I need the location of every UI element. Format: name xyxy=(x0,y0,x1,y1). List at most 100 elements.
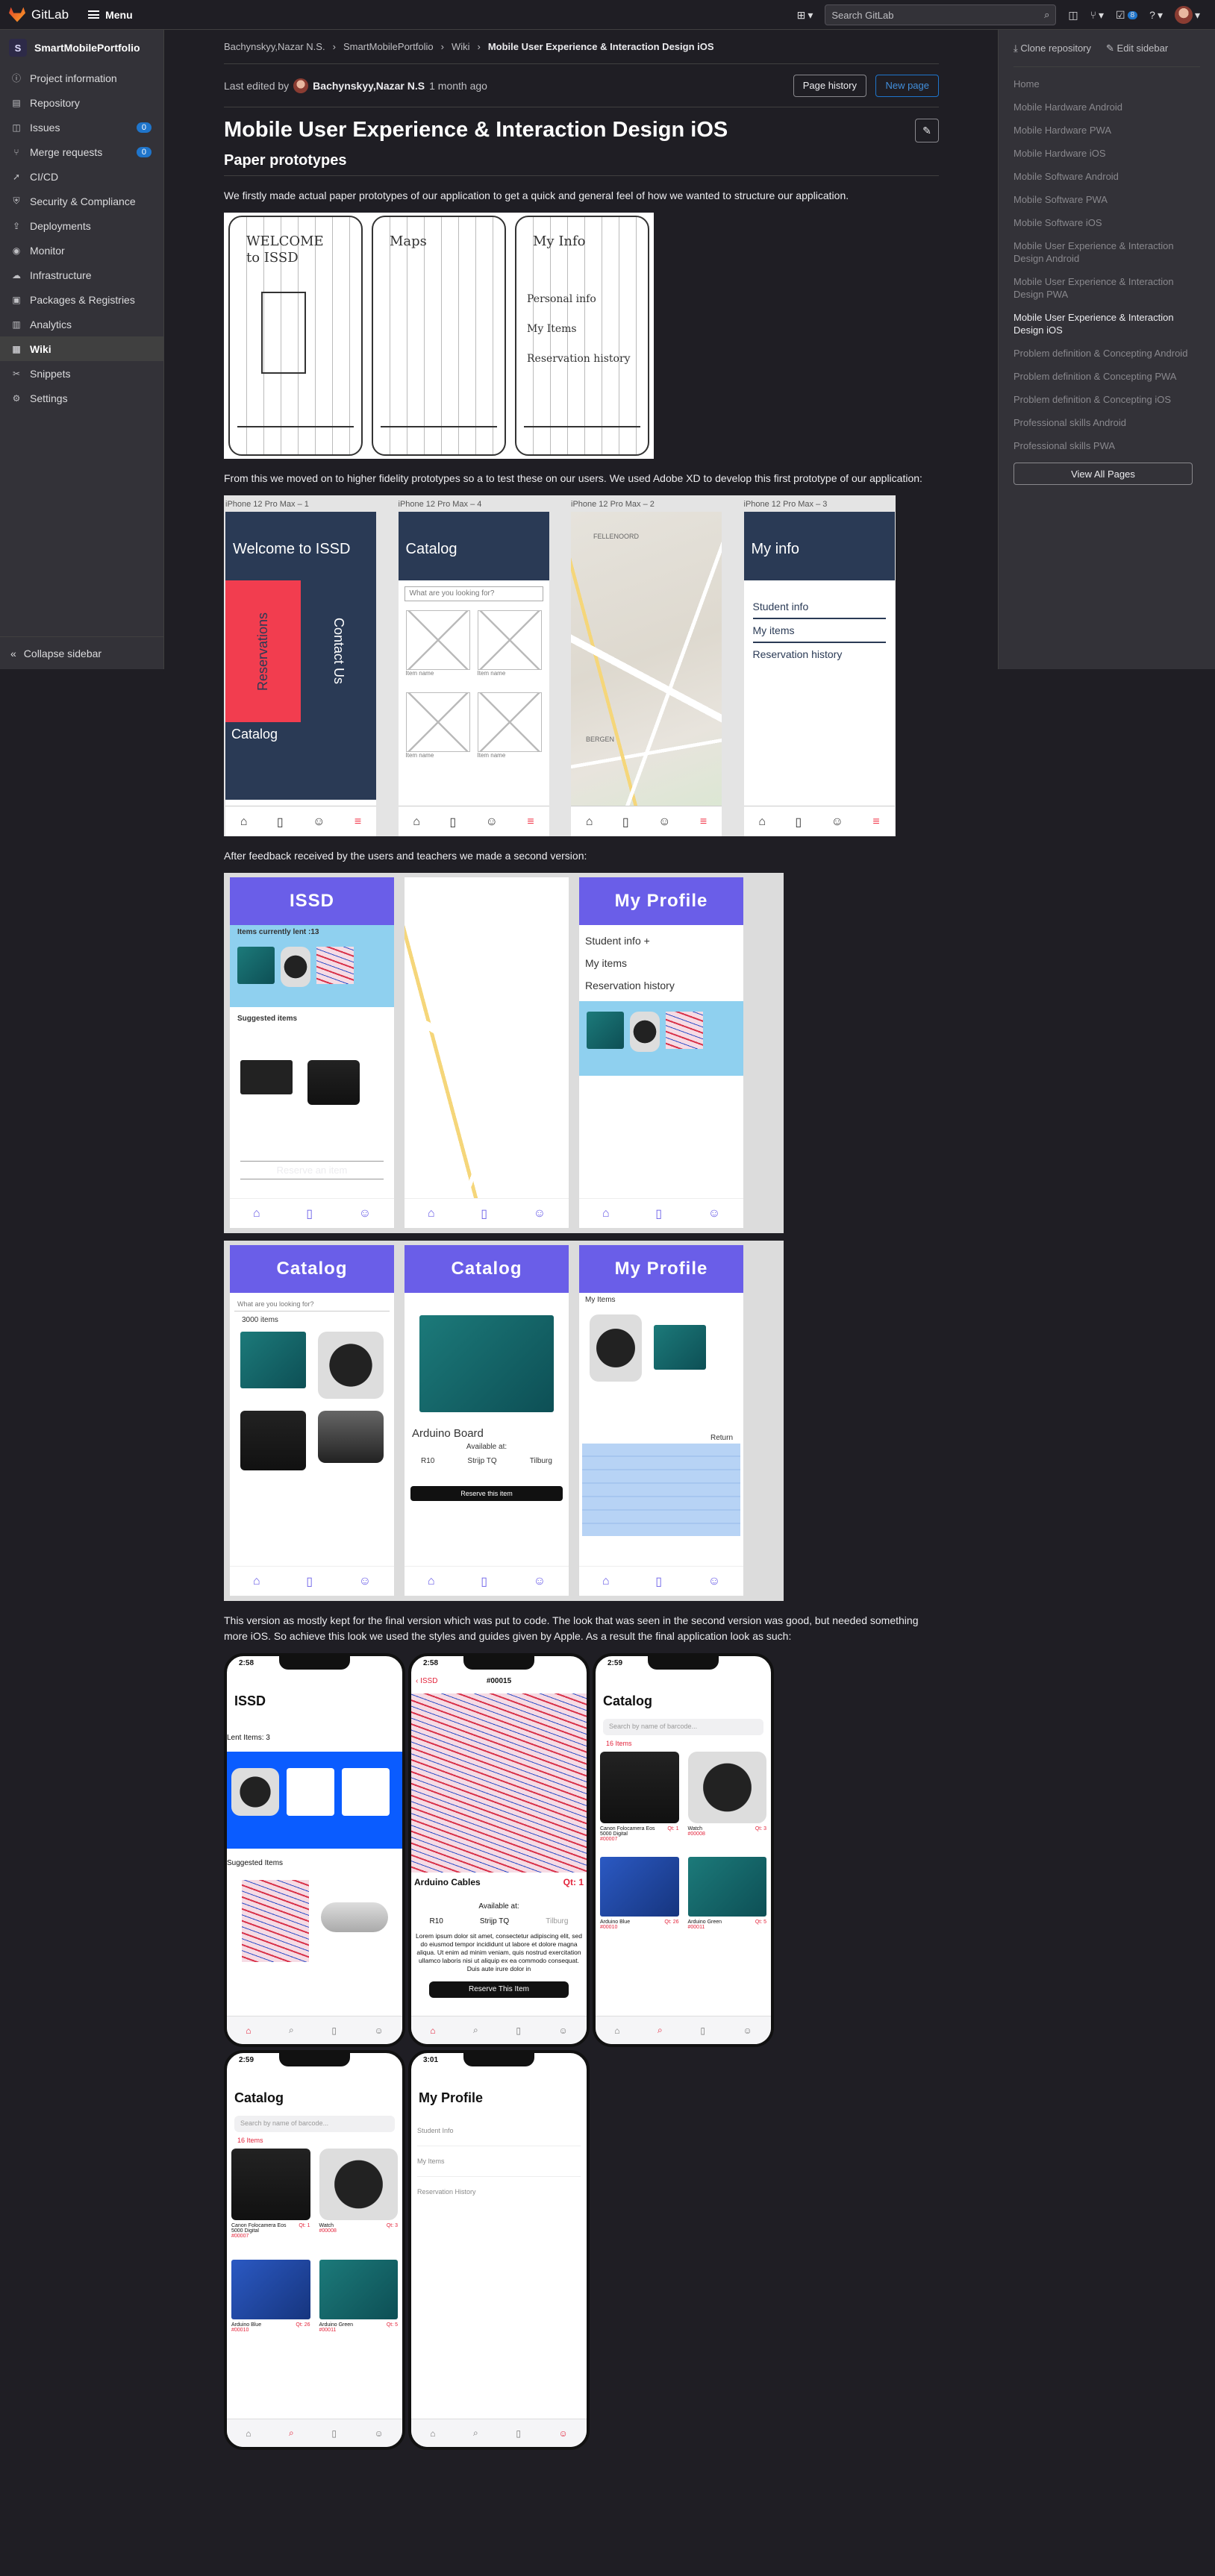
search-icon: ⌕ xyxy=(1044,9,1050,20)
sidebar-item-monitor[interactable]: ◉ Monitor xyxy=(0,238,163,263)
final-home-screen: 2:58 ISSD Lent Items: 3 Suggested Items … xyxy=(224,1653,405,2047)
todos-button[interactable]: ☑ 8 xyxy=(1116,9,1138,22)
sidebar-item-merge-requests[interactable]: ⑂ Merge requests 0 xyxy=(0,140,163,164)
product-name: Arduino Blue xyxy=(231,2322,262,2328)
final-lent-label: Lent Items: 3 xyxy=(227,1734,270,1742)
help-button[interactable]: ? ▾ xyxy=(1149,9,1163,22)
create-new-button[interactable]: ⊞ ▾ xyxy=(797,9,813,22)
product-code: #00011 xyxy=(319,2328,337,2333)
tripod-image xyxy=(342,1768,390,1816)
map-icon: ▯ xyxy=(700,2025,705,2036)
sketch-text: WELCOME to ISSD xyxy=(246,234,324,266)
book-icon: ▦ xyxy=(12,343,21,354)
sidebar-item-analytics[interactable]: ▥ Analytics xyxy=(0,312,163,336)
product-qty: Qt: 1 xyxy=(667,1826,679,1831)
sidebar-item-ci-cd[interactable]: ➚ CI/CD xyxy=(0,164,163,189)
issues-icon: ◫ xyxy=(12,122,21,133)
sidebar-item-settings[interactable]: ⚙ Settings xyxy=(0,386,163,410)
home-icon: ⌂ xyxy=(252,1206,260,1220)
author-link[interactable]: Bachynskyy,Nazar N.S xyxy=(313,80,425,92)
rocket-icon: ➚ xyxy=(12,171,21,182)
menu-button[interactable]: Menu xyxy=(88,9,133,21)
wiki-page-link[interactable]: Mobile Hardware PWA xyxy=(1013,124,1200,137)
wiki-page-link[interactable]: Problem definition & Concepting PWA xyxy=(1013,370,1200,383)
artboard-label: iPhone 12 Pro Max – 4 xyxy=(398,500,482,509)
final-search: Search by name of barcode... xyxy=(603,1719,763,1735)
top-bar: GitLab Menu ⊞ ▾ Search GitLab ⌕ ◫ ⑂ ▾ ☑ 8 ?… xyxy=(0,0,1215,30)
product-code: #00010 xyxy=(600,1925,618,1930)
clone-repository-link[interactable]: ⤓ Clone repository xyxy=(1013,43,1091,54)
home-icon: ⌂ xyxy=(427,1574,435,1588)
wiki-page-link[interactable]: Mobile Software Android xyxy=(1013,170,1200,183)
breadcrumb-item[interactable]: Mobile User Experience & Interaction Des… xyxy=(488,41,714,52)
sidebar-item-project-information[interactable]: ⓘ Project information xyxy=(0,66,163,90)
breadcrumb-item[interactable]: Wiki xyxy=(452,41,470,52)
wiki-page-link[interactable]: Problem definition & Concepting iOS xyxy=(1013,393,1200,406)
wiki-page-link[interactable]: Mobile Software PWA xyxy=(1013,193,1200,206)
sketch-tabbar xyxy=(237,426,354,445)
sidebar-item-deployments[interactable]: ⇪ Deployments xyxy=(0,213,163,238)
wiki-page-link[interactable]: Professional skills Android xyxy=(1013,416,1200,429)
v2-catalog-title: Catalog xyxy=(230,1245,394,1293)
breadcrumb-item[interactable]: Bachynskyy,Nazar N.S. xyxy=(224,41,325,52)
product-card: Canon Folocamera Eos 5000 Digital Qt: 1 #0… xyxy=(231,2149,310,2239)
merge-requests-button[interactable]: ⑂ ▾ xyxy=(1090,9,1104,22)
issues-button[interactable]: ◫ xyxy=(1068,9,1078,22)
user-icon: ☺ xyxy=(743,2025,752,2036)
arduino-image xyxy=(240,1332,306,1388)
detail-name: Arduino Cables xyxy=(414,1877,481,1887)
ios-tabbar: ⌂ ⌕ ▯ ☺ xyxy=(411,2016,587,2044)
status-time: 2:58 xyxy=(423,1659,439,1667)
wiki-page-link[interactable]: Professional skills PWA xyxy=(1013,439,1200,452)
cables-image xyxy=(242,1880,309,1962)
project-link[interactable]: S SmartMobilePortfolio xyxy=(0,30,163,66)
product-qty: Qt: 5 xyxy=(386,2322,398,2328)
sidebar-item-label: Repository xyxy=(30,96,80,109)
arduino-image xyxy=(237,947,275,984)
sidebar-item-label: Packages & Registries xyxy=(30,293,135,306)
wiki-page-link[interactable]: Mobile Hardware iOS xyxy=(1013,147,1200,160)
user-menu[interactable]: ▾ xyxy=(1174,6,1200,24)
edit-sidebar-link[interactable]: ✎ Edit sidebar xyxy=(1106,43,1168,54)
wiki-page-link[interactable]: Mobile Hardware Android xyxy=(1013,101,1200,113)
search-input[interactable]: Search GitLab ⌕ xyxy=(825,4,1057,25)
breadcrumb-item[interactable]: SmartMobilePortfolio xyxy=(343,41,434,52)
wiki-page-link[interactable]: Mobile User Experience & Interaction Des… xyxy=(1013,239,1200,265)
collapse-sidebar-button[interactable]: « Collapse sidebar xyxy=(0,636,163,669)
status-time: 2:59 xyxy=(239,2056,254,2064)
wiki-page-link[interactable]: Mobile Software iOS xyxy=(1013,216,1200,229)
wiki-page-link[interactable]: Mobile User Experience & Interaction Des… xyxy=(1013,275,1200,301)
wiki-page-link[interactable]: Problem definition & Concepting Android xyxy=(1013,347,1200,360)
sidebar-item-label: Settings xyxy=(30,392,68,404)
gitlab-logo[interactable]: GitLab xyxy=(9,7,69,22)
map-icon: ▯ xyxy=(516,2428,521,2439)
sketch-text: My Info xyxy=(533,234,586,249)
view-all-pages-button[interactable]: View All Pages xyxy=(1013,463,1193,485)
package-icon: ▣ xyxy=(12,294,21,305)
page-history-button[interactable]: Page history xyxy=(793,74,866,97)
xd-welcome-title: Welcome to ISSD xyxy=(225,512,376,580)
tanuki-icon xyxy=(9,7,25,22)
user-icon: ☺ xyxy=(374,2428,384,2439)
edit-page-button[interactable]: ✎ xyxy=(915,119,939,142)
sidebar-item-security-compliance[interactable]: ⛨ Security & Compliance xyxy=(0,189,163,213)
sidebar-item-snippets[interactable]: ✂ Snippets xyxy=(0,361,163,386)
home-icon: ⌂ xyxy=(614,2025,620,2036)
new-page-button[interactable]: New page xyxy=(875,74,939,97)
wiki-page-link[interactable]: Home xyxy=(1013,78,1200,90)
sidebar-item-issues[interactable]: ◫ Issues 0 xyxy=(0,115,163,140)
sidebar-item-packages-registries[interactable]: ▣ Packages & Registries xyxy=(0,287,163,312)
map-icon: ▯ xyxy=(276,815,284,829)
xd-contact-tile: Contact Us xyxy=(301,580,376,722)
ios-tabbar: ⌂ ⌕ ▯ ☺ xyxy=(411,2419,587,2447)
v2-tabbar: ⌂ ▯ ☺ xyxy=(230,1198,394,1228)
second-version-image-2: Catalog What are you looking for? 3000 i… xyxy=(224,1241,784,1601)
user-icon: ☺ xyxy=(485,815,498,828)
sidebar-item-repository[interactable]: ▤ Repository xyxy=(0,90,163,115)
sidebar-item-wiki[interactable]: ▦ Wiki xyxy=(0,336,163,361)
paragraph-2: From this we moved on to higher fidelity… xyxy=(224,472,922,484)
sidebar-item-infrastructure[interactable]: ☁ Infrastructure xyxy=(0,263,163,287)
monitor-icon: ◉ xyxy=(12,245,21,256)
map-icon: ▯ xyxy=(795,815,802,829)
wiki-page-link[interactable]: Mobile User Experience & Interaction Des… xyxy=(1013,311,1200,336)
